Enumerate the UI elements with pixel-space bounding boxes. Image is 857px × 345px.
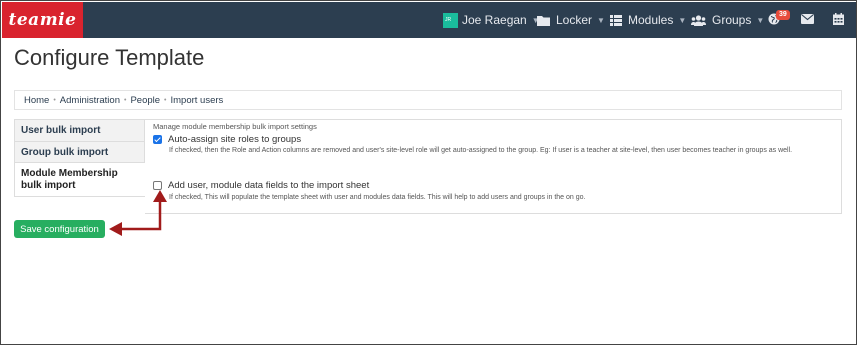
- screenshot-frame: teamie Joe Raegan ▼ Locker ▼ Modules ▼: [0, 0, 857, 345]
- annotation-arrow: [109, 190, 167, 236]
